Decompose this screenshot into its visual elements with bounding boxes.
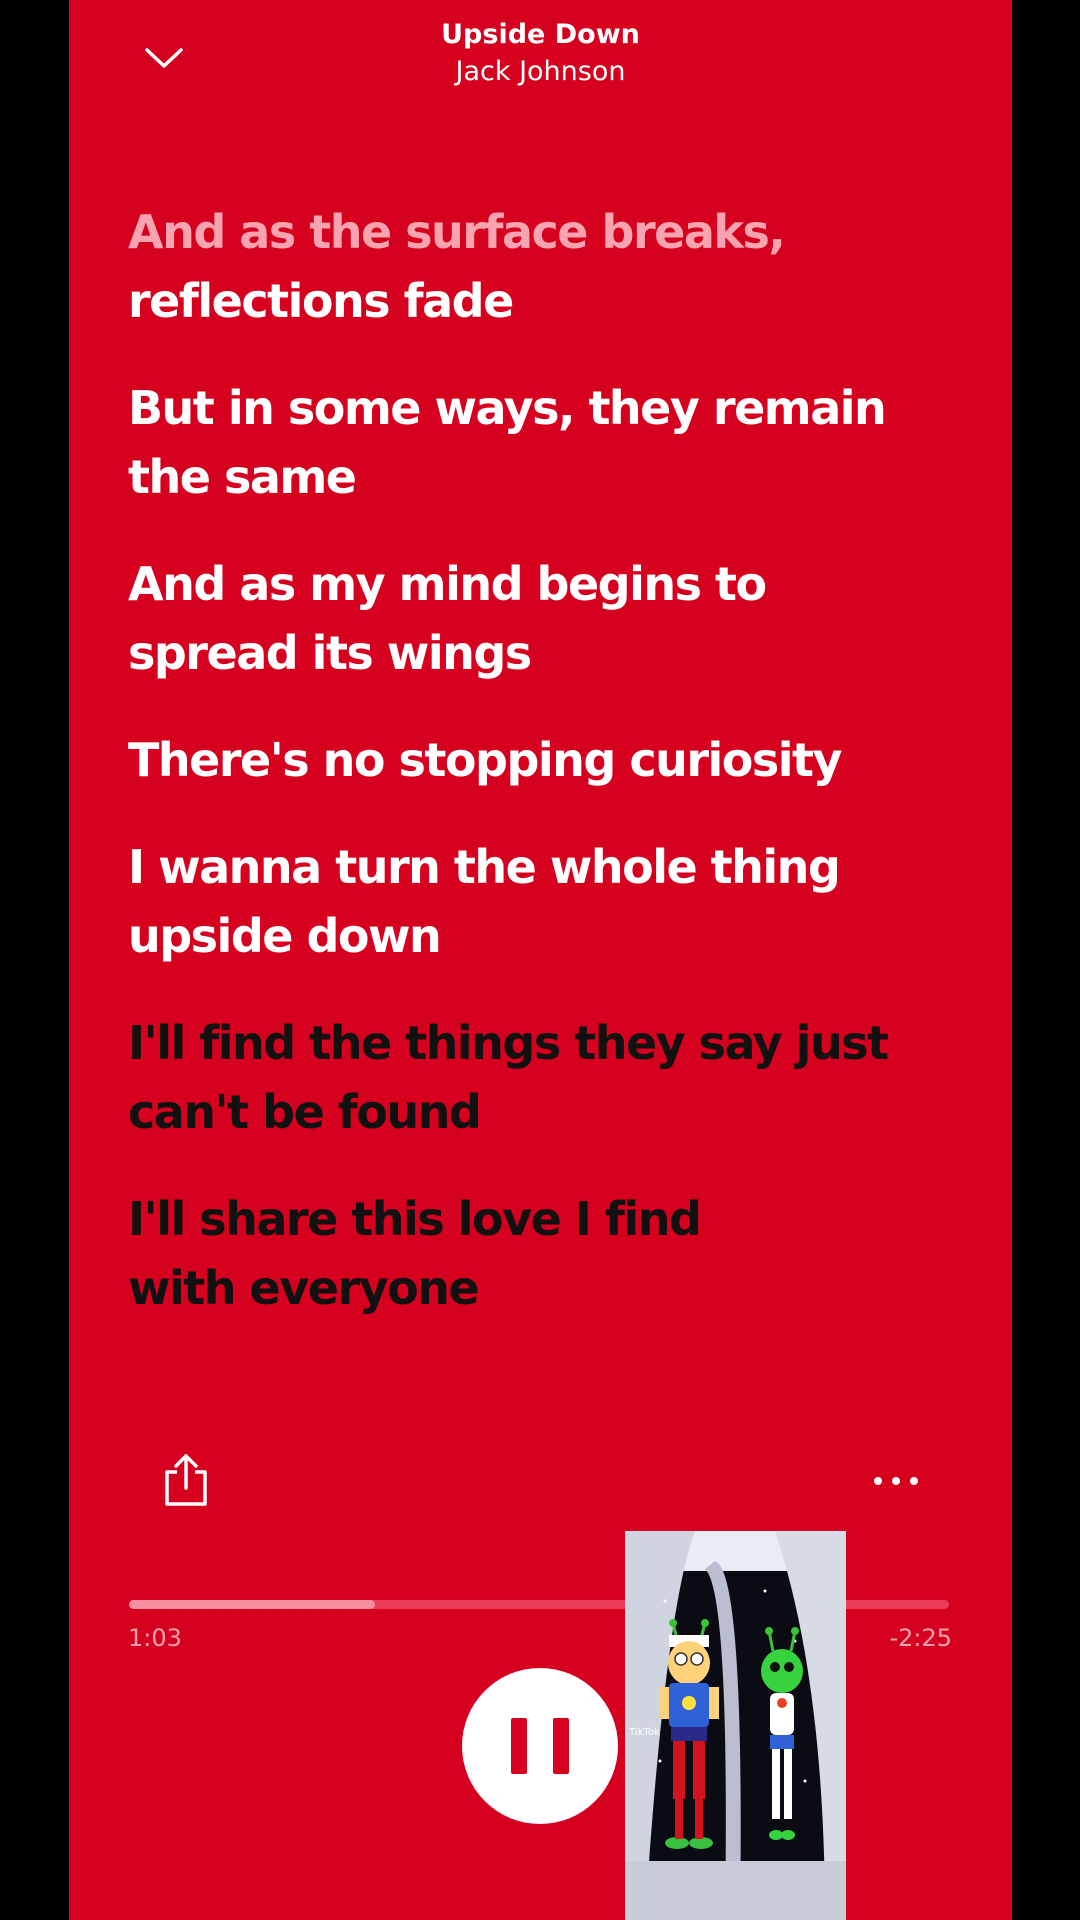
lyric-text: I'll find the things they say just [128,1016,889,1070]
pause-button[interactable] [462,1668,618,1824]
lyric-text: There's no stopping curiosity [128,733,843,787]
lyric-line[interactable]: But in some ways, they remain the same [128,374,948,512]
now-playing-info: Upside Down Jack Johnson [69,16,1012,90]
lyric-line[interactable]: There's no stopping curiosity [128,726,948,795]
lyric-text: I'll share this love I find [128,1192,702,1246]
lyric-text: And as the surface breaks, [128,205,786,259]
tiktok-watermark: TikTok [629,1727,660,1738]
lyric-line[interactable]: I'll find the things they say just can't … [128,1009,948,1147]
lyric-line[interactable]: And as my mind begins to spread its wings [128,550,948,688]
more-horizontal-icon [874,1477,918,1485]
share-icon [165,1454,207,1506]
lyric-text: with everyone [128,1261,480,1315]
player-screen: Upside Down Jack Johnson And as the surf… [69,0,1012,1920]
lyric-text: And as my mind begins to [128,557,767,611]
lyric-text: can't be found [128,1085,482,1139]
lyric-text: upside down [128,909,442,963]
elapsed-time: 1:03 [128,1624,182,1652]
lyric-text: the same [128,450,357,504]
player-header: Upside Down Jack Johnson [69,14,1012,94]
share-button[interactable] [161,1452,211,1508]
lyric-line[interactable]: I wanna turn the whole thing upside down [128,833,948,971]
lyric-text: I wanna turn the whole thing [128,840,841,894]
artist-name: Jack Johnson [455,56,626,87]
lyric-text: spread its wings [128,626,532,680]
picture-in-picture-video[interactable]: TikTok [625,1531,846,1920]
progress-fill [129,1600,375,1609]
lyric-line[interactable]: I'll share this love I find with everyone [128,1185,948,1323]
video-frame-image [625,1531,846,1920]
lyric-text: But in some ways, they remain [128,381,887,435]
song-title: Upside Down [441,19,640,50]
lyric-text: reflections fade [128,274,514,328]
lyric-line[interactable]: And as the surface breaks, reflections fa… [128,198,948,336]
lyrics-list: And as the surface breaks, reflections fa… [128,198,948,1361]
remaining-time: -2:25 [889,1624,952,1652]
more-options-button[interactable] [868,1466,924,1496]
